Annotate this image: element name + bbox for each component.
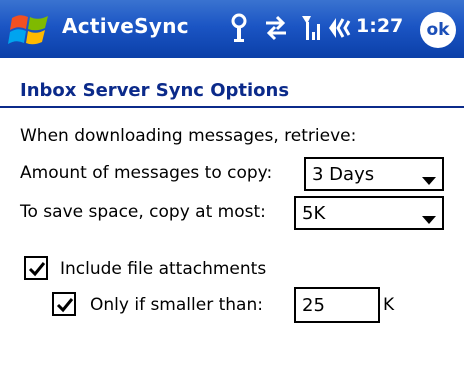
checkmark-icon [28,262,46,277]
sync-icon[interactable] [262,12,290,44]
size-dropdown[interactable]: 5K [294,196,444,230]
section-divider [0,106,464,108]
amount-dropdown[interactable]: 3 Days [304,157,444,191]
only-if-smaller-label: Only if smaller than: [90,295,263,315]
connectivity-icon[interactable] [226,12,252,44]
only-if-smaller-checkbox[interactable] [52,292,76,316]
size-limit-value: 25 [302,295,325,316]
size-value: 5K [302,203,326,224]
section-title: Inbox Server Sync Options [20,80,290,101]
clock[interactable]: 1:27 [356,15,403,37]
amount-label: Amount of messages to copy: [20,163,273,183]
ok-button[interactable]: ok [420,12,456,48]
amount-value: 3 Days [312,164,375,185]
size-unit-label: K [383,295,395,315]
windows-logo-icon[interactable] [8,10,52,50]
include-attachments-label: Include file attachments [60,259,267,279]
chevron-down-icon [422,209,436,228]
include-attachments-checkbox[interactable] [24,256,48,280]
size-limit-input[interactable]: 25 [294,287,380,323]
signal-icon[interactable] [300,12,324,44]
checkmark-icon [56,298,74,313]
chevron-down-icon [422,170,436,189]
volume-icon[interactable] [326,12,352,44]
title-bar: ActiveSync 1:27 ok [0,0,464,58]
size-label: To save space, copy at most: [20,202,266,222]
intro-label: When downloading messages, retrieve: [20,126,357,146]
app-title: ActiveSync [62,14,189,38]
